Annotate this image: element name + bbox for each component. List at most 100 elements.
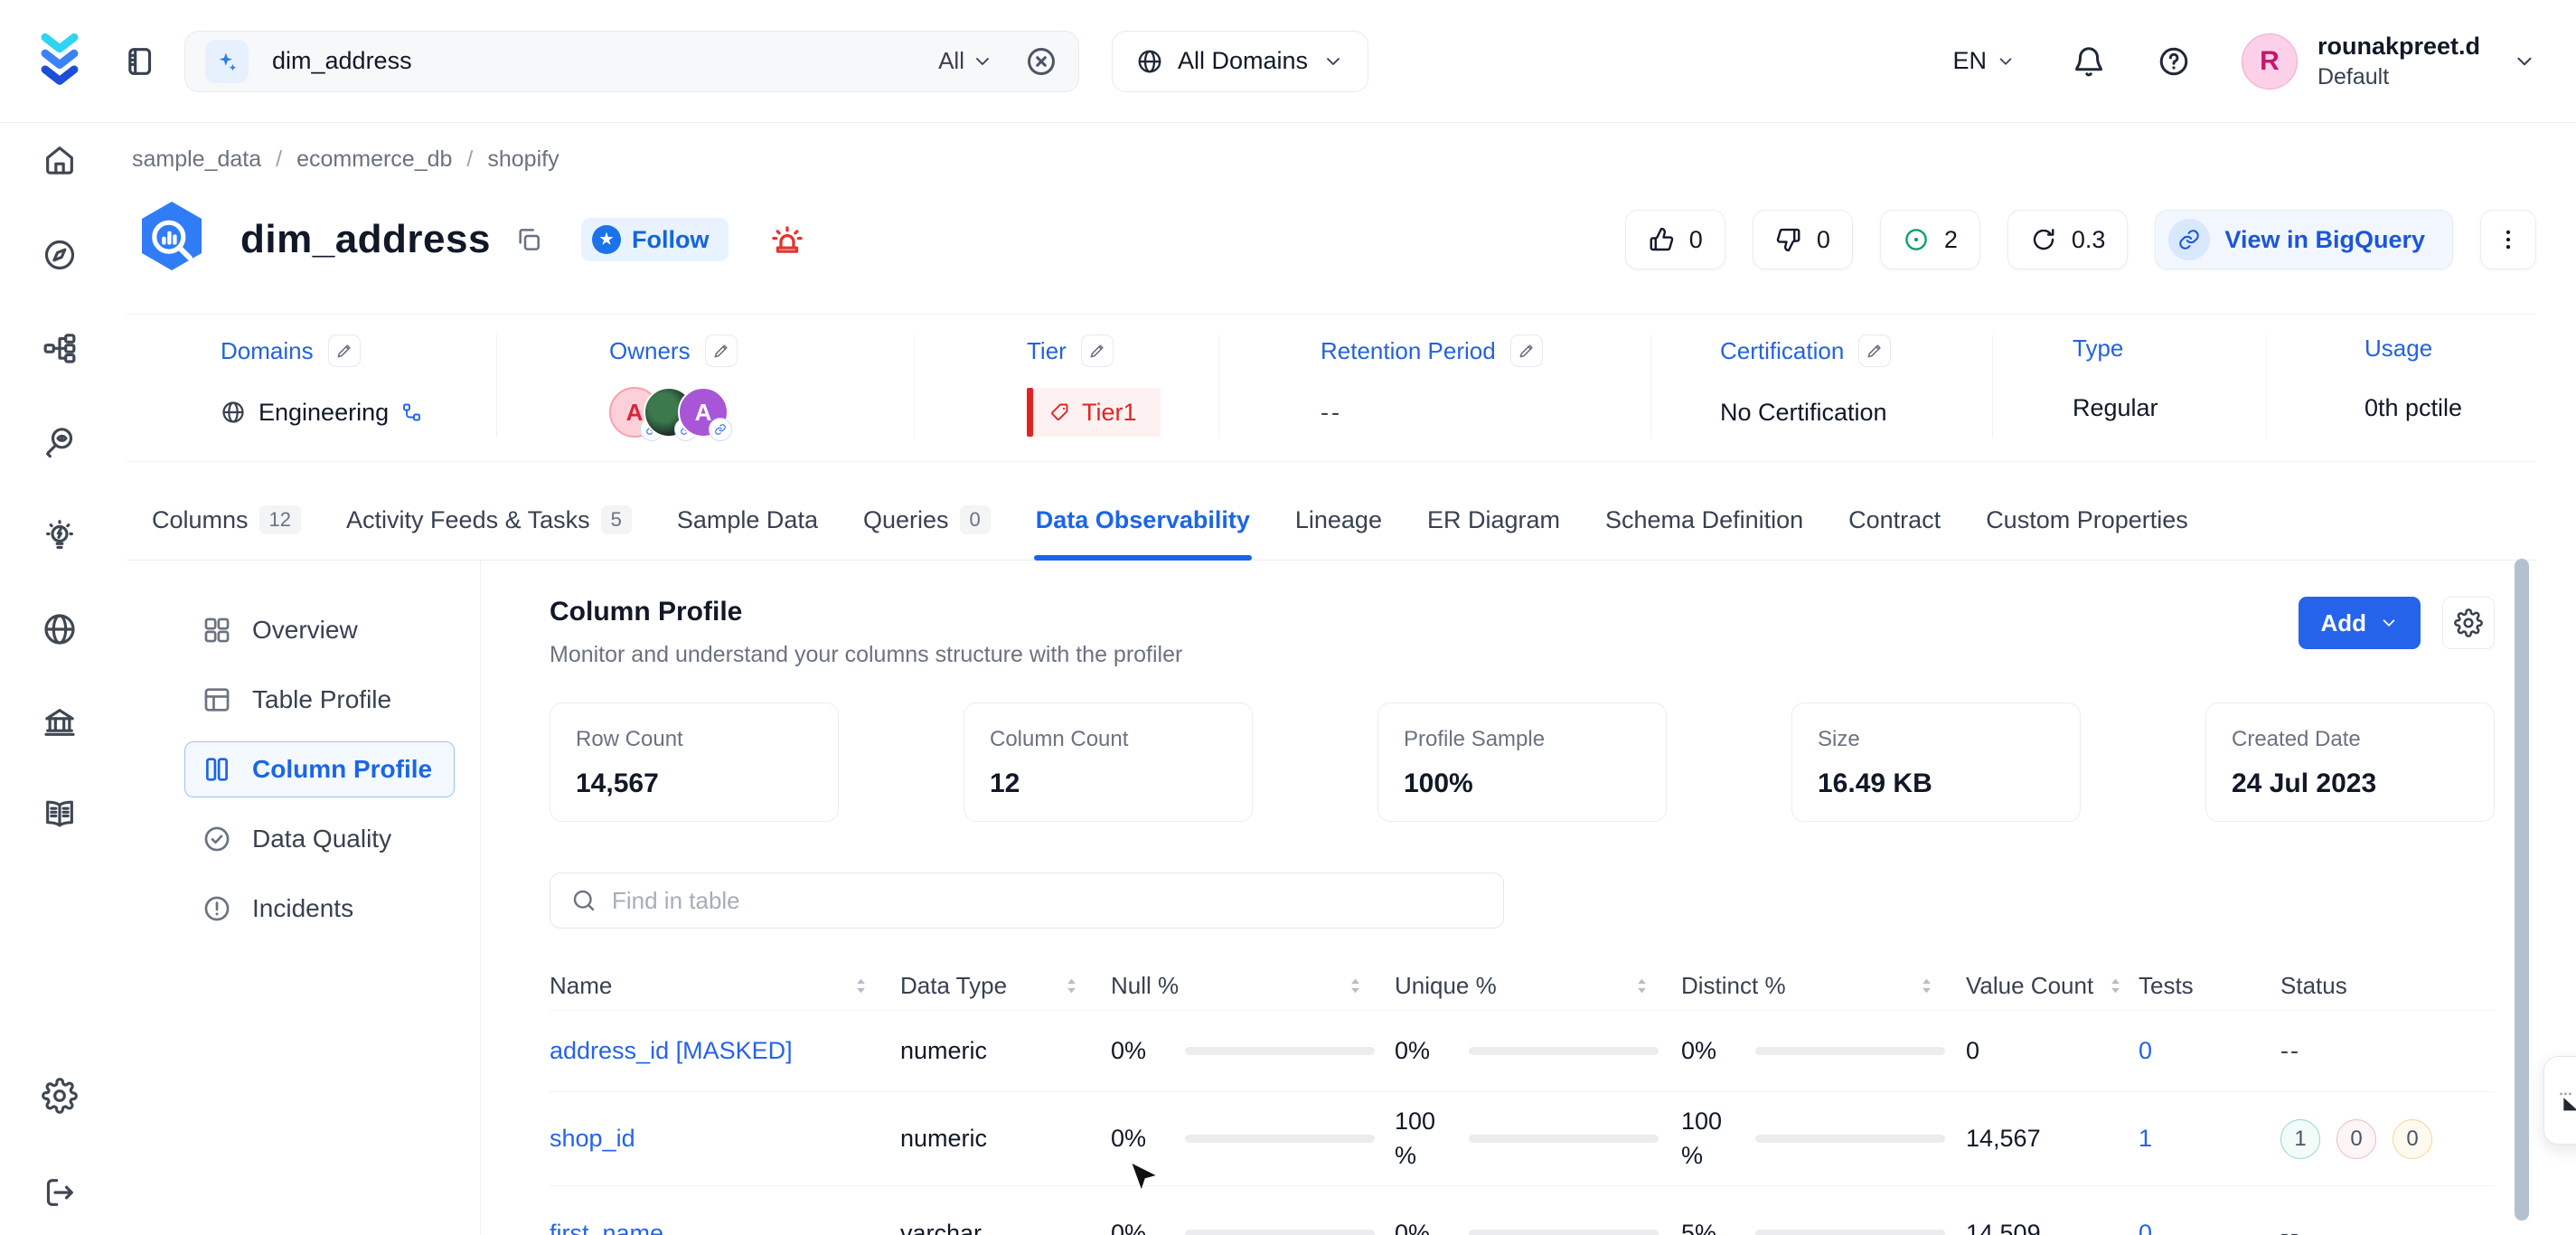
edge-panel-handle[interactable] [2543,1056,2576,1145]
freshness-button[interactable]: 0.3 [2007,210,2129,269]
tab-queries[interactable]: Queries0 [861,496,992,560]
breadcrumb: sample_data / ecommerce_db / shopify [132,146,2576,173]
tab-er-diagram[interactable]: ER Diagram [1425,497,1562,560]
globe-nav-icon[interactable] [40,609,80,649]
nav-incidents[interactable]: Incidents [184,881,455,937]
watchers-button[interactable]: 2 [1880,210,1980,269]
breadcrumb-schema[interactable]: shopify [487,146,559,173]
help-icon[interactable] [2157,44,2191,79]
search-input[interactable] [272,47,938,75]
find-in-table[interactable] [550,872,1504,929]
table-row[interactable]: address_id [MASKED] numeric 0% 0% 0% 0 0… [550,1010,2495,1091]
governance-icon[interactable] [40,702,80,742]
panel-subtitle: Monitor and understand your columns stru… [550,642,2299,668]
domain-value[interactable]: Engineering [221,387,496,438]
tests-link[interactable]: 0 [2139,1220,2280,1235]
bell-icon[interactable] [2072,44,2106,79]
clear-search-icon[interactable] [1024,44,1058,79]
kebab-menu-button[interactable] [2480,210,2536,269]
downvote-button[interactable]: 0 [1753,210,1853,269]
column-name-link[interactable]: address_id [MASKED] [550,1037,900,1065]
lineage-icon[interactable] [40,328,80,368]
logout-icon[interactable] [40,1173,80,1212]
col-header-tests[interactable]: Tests [2139,972,2280,1000]
user-workspace: Default [2317,64,2480,90]
thumbs-up-icon [1648,226,1675,253]
tab-lineage[interactable]: Lineage [1293,497,1384,560]
search-scope-dropdown[interactable]: All [938,47,993,75]
table-layout-icon [202,684,232,715]
view-in-bigquery-button[interactable]: View in BigQuery [2155,210,2453,269]
sort-icon[interactable] [1349,976,1362,995]
column-name-link[interactable]: first_name [550,1220,900,1235]
col-header-name[interactable]: Name [550,972,900,1000]
discover-icon[interactable] [40,422,80,462]
nav-column-profile[interactable]: Column Profile [184,741,455,797]
tab-custom-properties[interactable]: Custom Properties [1984,497,2190,560]
tests-link[interactable]: 1 [2139,1125,2280,1153]
type-value: Regular [2073,394,2158,422]
breadcrumb-database[interactable]: ecommerce_db [296,146,452,173]
tab-schema-definition[interactable]: Schema Definition [1603,497,1805,560]
table-row[interactable]: first_name varchar 0% 0% 5% 14,509 0 -- [550,1185,2495,1235]
col-header-null-pct[interactable]: Null % [1111,972,1395,1000]
status-value: -- [2280,1220,2495,1235]
tab-contract[interactable]: Contract [1847,497,1942,560]
user-menu[interactable]: R rounakpreet.d Default [2242,33,2536,90]
stat-profile-sample: Profile Sample100% [1377,702,1667,822]
tests-link[interactable]: 0 [2139,1037,2280,1065]
tier-chip[interactable]: Tier1 [1027,388,1161,437]
tab-columns[interactable]: Columns12 [150,496,303,560]
profile-stats: Row Count14,567 Column Count12 Profile S… [550,702,2495,822]
copy-icon[interactable] [514,225,543,254]
atlan-logo[interactable] [0,33,119,90]
column-profile-table: Name Data Type Null % Unique % Distinct … [550,961,2495,1235]
tab-activity-feeds[interactable]: Activity Feeds & Tasks5 [344,496,634,560]
col-header-value-count[interactable]: Value Count [1966,972,2139,1000]
chevron-down-icon [1996,52,2016,71]
meta-tier: Tier Tier1 [915,335,1219,438]
vertical-scrollbar[interactable] [2515,559,2529,1221]
edit-pencil-icon[interactable] [1510,335,1543,367]
sort-icon[interactable] [2109,976,2122,995]
owner-avatars[interactable]: A A [609,387,729,438]
tab-data-observability[interactable]: Data Observability [1034,497,1252,560]
column-name-link[interactable]: shop_id [550,1125,900,1153]
edit-pencil-icon[interactable] [1858,335,1891,367]
table-row[interactable]: shop_id numeric 0% 100 % 100 % 14,567 1 … [550,1091,2495,1185]
nav-table-profile[interactable]: Table Profile [184,672,455,728]
sort-icon[interactable] [854,976,868,995]
add-button[interactable]: Add [2299,597,2421,649]
language-dropdown[interactable]: EN [1952,47,2016,75]
sort-icon[interactable] [1065,976,1078,995]
compass-icon[interactable] [40,235,80,275]
breadcrumb-connection[interactable]: sample_data [132,146,261,173]
globe-icon [221,400,246,425]
global-search[interactable]: All [184,31,1079,92]
insights-icon[interactable] [40,516,80,556]
nav-data-quality[interactable]: Data Quality [184,811,455,867]
nav-overview[interactable]: Overview [184,602,455,658]
meta-owners: Owners A A [497,335,915,438]
edit-pencil-icon[interactable] [328,335,361,367]
profile-settings-gear-icon[interactable] [2442,597,2495,649]
sort-icon[interactable] [1920,976,1933,995]
home-icon[interactable] [40,140,80,180]
col-header-distinct-pct[interactable]: Distinct % [1681,972,1966,1000]
glossary-icon[interactable] [40,794,80,834]
sidebar-toggle-icon[interactable] [119,38,166,85]
alert-siren-icon[interactable] [768,221,806,259]
find-in-table-input[interactable] [612,887,1483,915]
edit-pencil-icon[interactable] [705,335,738,367]
settings-gear-icon[interactable] [40,1076,80,1116]
edit-pencil-icon[interactable] [1081,335,1114,367]
domains-filter-dropdown[interactable]: All Domains [1112,31,1368,92]
follow-button[interactable]: ★ Follow [581,218,729,261]
upvote-button[interactable]: 0 [1625,210,1725,269]
sort-icon[interactable] [1635,976,1649,995]
owner-avatar[interactable]: A [678,387,729,438]
col-header-status[interactable]: Status [2280,972,2495,1000]
tab-sample-data[interactable]: Sample Data [675,497,820,560]
col-header-data-type[interactable]: Data Type [900,972,1111,1000]
col-header-unique-pct[interactable]: Unique % [1395,972,1681,1000]
